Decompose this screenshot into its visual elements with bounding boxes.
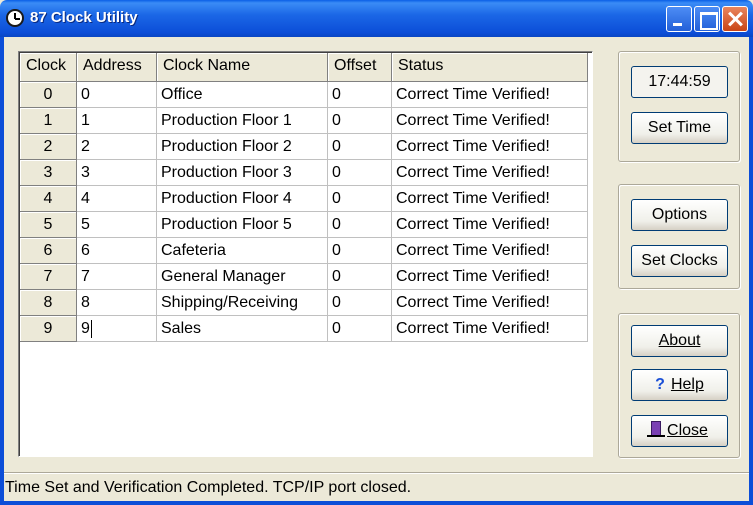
- cell-clock-name[interactable]: General Manager: [157, 264, 328, 290]
- cell-status[interactable]: Correct Time Verified!: [392, 212, 588, 238]
- options-button[interactable]: Options: [631, 199, 728, 231]
- about-button[interactable]: About: [631, 325, 728, 357]
- current-time-display: 17:44:59: [631, 66, 728, 98]
- cell-offset[interactable]: 0: [328, 186, 392, 212]
- cell-offset[interactable]: 0: [328, 82, 392, 108]
- clock-grid[interactable]: Clock Address Clock Name Offset Status 0…: [18, 51, 593, 457]
- table-row[interactable]: 8 8 Shipping/Receiving 0 Correct Time Verifi…: [20, 290, 588, 316]
- cell-address[interactable]: 2: [77, 134, 157, 160]
- cell-offset[interactable]: 0: [328, 108, 392, 134]
- cell-clock-name[interactable]: Production Floor 5: [157, 212, 328, 238]
- table-row[interactable]: 0 0 Office 0 Correct Time Verified!: [20, 82, 588, 108]
- title-bar[interactable]: 87 Clock Utility: [0, 0, 753, 37]
- cell-address[interactable]: 3: [77, 160, 157, 186]
- cell-status[interactable]: Correct Time Verified!: [392, 186, 588, 212]
- cell-offset[interactable]: 0: [328, 264, 392, 290]
- cell-clock[interactable]: 8: [20, 290, 77, 316]
- close-label: Close: [667, 422, 708, 439]
- cell-offset[interactable]: 0: [328, 238, 392, 264]
- cell-status[interactable]: Correct Time Verified!: [392, 290, 588, 316]
- cell-address[interactable]: 4: [77, 186, 157, 212]
- cell-clock-name[interactable]: Production Floor 3: [157, 160, 328, 186]
- cell-address[interactable]: 1: [77, 108, 157, 134]
- cell-offset[interactable]: 0: [328, 212, 392, 238]
- cell-address[interactable]: 8: [77, 290, 157, 316]
- cell-status[interactable]: Correct Time Verified!: [392, 82, 588, 108]
- window-border-right: [749, 37, 753, 505]
- exit-door-icon: [647, 421, 666, 437]
- maximize-button[interactable]: [694, 6, 720, 32]
- cell-clock-name[interactable]: Production Floor 1: [157, 108, 328, 134]
- table-row[interactable]: 9 9 Sales 0 Correct Time Verified!: [20, 316, 588, 342]
- cell-address[interactable]: 6: [77, 238, 157, 264]
- table-row[interactable]: 2 2 Production Floor 2 0 Correct Time Verifi…: [20, 134, 588, 160]
- cell-address[interactable]: 7: [77, 264, 157, 290]
- column-header-address[interactable]: Address: [77, 53, 157, 82]
- cell-clock[interactable]: 0: [20, 82, 77, 108]
- column-header-offset[interactable]: Offset: [328, 53, 392, 82]
- cell-status[interactable]: Correct Time Verified!: [392, 316, 588, 342]
- cell-clock[interactable]: 9: [20, 316, 77, 342]
- window-border-left: [0, 37, 4, 505]
- column-header-status[interactable]: Status: [392, 53, 588, 82]
- cell-clock[interactable]: 3: [20, 160, 77, 186]
- close-window-button[interactable]: [722, 6, 748, 32]
- cell-clock-name[interactable]: Office: [157, 82, 328, 108]
- cell-offset[interactable]: 0: [328, 290, 392, 316]
- close-button[interactable]: Close: [631, 415, 728, 447]
- cell-clock-name[interactable]: Production Floor 2: [157, 134, 328, 160]
- cell-clock-name[interactable]: Sales: [157, 316, 328, 342]
- text-caret: [90, 319, 92, 338]
- grid-header-row: Clock Address Clock Name Offset Status: [20, 53, 588, 82]
- window-title: 87 Clock Utility: [30, 9, 138, 26]
- help-button[interactable]: ? Help: [631, 369, 728, 401]
- cell-clock-name[interactable]: Cafeteria: [157, 238, 328, 264]
- minimize-button[interactable]: [666, 6, 692, 32]
- cell-clock[interactable]: 5: [20, 212, 77, 238]
- cell-clock-name[interactable]: Production Floor 4: [157, 186, 328, 212]
- question-mark-icon: ?: [655, 376, 665, 393]
- cell-offset[interactable]: 0: [328, 316, 392, 342]
- table-row[interactable]: 7 7 General Manager 0 Correct Time Verified!: [20, 264, 588, 290]
- cell-status[interactable]: Correct Time Verified!: [392, 134, 588, 160]
- cell-address[interactable]: 9: [77, 316, 157, 342]
- table-row[interactable]: 1 1 Production Floor 1 0 Correct Time Verifi…: [20, 108, 588, 134]
- cell-offset[interactable]: 0: [328, 160, 392, 186]
- about-label: About: [658, 332, 701, 349]
- cell-clock-name[interactable]: Shipping/Receiving: [157, 290, 328, 316]
- cell-clock[interactable]: 1: [20, 108, 77, 134]
- table-row[interactable]: 6 6 Cafeteria 0 Correct Time Verified!: [20, 238, 588, 264]
- cell-clock[interactable]: 4: [20, 186, 77, 212]
- column-header-clock-name[interactable]: Clock Name: [157, 53, 328, 82]
- cell-address[interactable]: 5: [77, 212, 157, 238]
- help-label: Help: [670, 376, 704, 393]
- set-clocks-button[interactable]: Set Clocks: [631, 245, 728, 277]
- cell-clock[interactable]: 6: [20, 238, 77, 264]
- cell-status[interactable]: Correct Time Verified!: [392, 264, 588, 290]
- table-row[interactable]: 3 3 Production Floor 3 0 Correct Time Verifi…: [20, 160, 588, 186]
- cell-clock[interactable]: 2: [20, 134, 77, 160]
- cell-address[interactable]: 0: [77, 82, 157, 108]
- cell-status[interactable]: Correct Time Verified!: [392, 160, 588, 186]
- table-row[interactable]: 5 5 Production Floor 5 0 Correct Time Verifi…: [20, 212, 588, 238]
- set-time-button[interactable]: Set Time: [631, 112, 728, 144]
- window-border-bottom: [0, 501, 753, 505]
- column-header-clock[interactable]: Clock: [20, 53, 77, 82]
- cell-offset[interactable]: 0: [328, 134, 392, 160]
- clock-icon[interactable]: [6, 9, 24, 27]
- cell-clock[interactable]: 7: [20, 264, 77, 290]
- status-bar: Time Set and Verification Completed. TCP…: [4, 472, 749, 501]
- table-row[interactable]: 4 4 Production Floor 4 0 Correct Time Verifi…: [20, 186, 588, 212]
- cell-status[interactable]: Correct Time Verified!: [392, 238, 588, 264]
- cell-status[interactable]: Correct Time Verified!: [392, 108, 588, 134]
